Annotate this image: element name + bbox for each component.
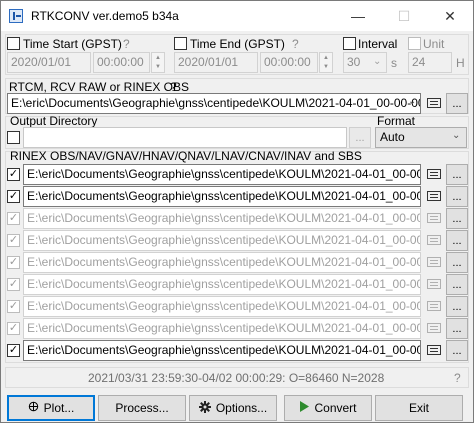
time-end-time-field[interactable]: 00:00:00 <box>260 52 318 73</box>
exit-button[interactable]: Exit <box>375 395 463 421</box>
input-view-file-icon[interactable] <box>427 98 441 108</box>
status-help[interactable]: ? <box>454 371 461 385</box>
output-file-field[interactable]: E:\eric\Documents\Geographie\gnss\centip… <box>23 164 421 185</box>
maximize-button: ☐ <box>397 7 411 24</box>
process-button[interactable]: Process... <box>98 395 186 421</box>
plot-button[interactable]: Plot... <box>7 395 95 421</box>
output-file-checkbox[interactable]: ✓ <box>7 322 20 335</box>
crosshair-icon <box>28 401 39 415</box>
options-button-label: Options... <box>215 401 268 415</box>
convert-button-label: Convert <box>314 401 357 415</box>
output-file-checkbox[interactable]: ✓ <box>7 234 20 247</box>
output-file-field[interactable]: E:\eric\Documents\Geographie\gnss\centip… <box>23 296 421 317</box>
output-file-field[interactable]: E:\eric\Documents\Geographie\gnss\centip… <box>23 340 421 361</box>
app-icon <box>9 9 23 23</box>
output-file-field[interactable]: E:\eric\Documents\Geographie\gnss\centip… <box>23 230 421 251</box>
output-directory-browse-button: ... <box>349 127 371 148</box>
status-bar: 2021/03/31 23:59:30-04/02 00:00:29: O=86… <box>5 367 469 388</box>
view-file-icon[interactable] <box>427 213 441 223</box>
time-start-time-field[interactable]: 00:00:00 <box>93 52 150 73</box>
view-file-icon[interactable] <box>427 323 441 333</box>
output-file-checkbox[interactable]: ✓ <box>7 278 20 291</box>
process-button-label: Process... <box>115 401 169 415</box>
view-file-icon[interactable] <box>427 301 441 311</box>
format-label: Format <box>377 114 416 128</box>
input-help[interactable]: ? <box>170 80 177 94</box>
output-file-checkbox[interactable]: ✓ <box>7 344 20 357</box>
output-file-checkbox[interactable]: ✓ <box>7 300 20 313</box>
output-file-browse-button[interactable]: ... <box>446 230 468 251</box>
output-file-field[interactable]: E:\eric\Documents\Geographie\gnss\centip… <box>23 318 421 339</box>
output-file-browse-button[interactable]: ... <box>446 186 468 207</box>
time-end-help[interactable]: ? <box>292 37 299 51</box>
time-end-label: Time End (GPST) <box>190 37 285 51</box>
format-chevron-down-icon[interactable]: ⌄ <box>452 130 460 141</box>
output-file-checkbox[interactable]: ✓ <box>7 256 20 269</box>
rtkconv-window: RTKCONV ver.demo5 b34a — ☐ ✕ Time Start … <box>0 0 474 423</box>
interval-chevron-down-icon: ⌄ <box>373 56 382 67</box>
time-start-spinner[interactable]: ▲ ▼ <box>151 52 165 73</box>
status-text: 2021/03/31 23:59:30-04/02 00:00:29: O=86… <box>88 371 385 385</box>
view-file-icon[interactable] <box>427 257 441 267</box>
close-button[interactable]: ✕ <box>427 1 473 31</box>
view-file-icon[interactable] <box>427 191 441 201</box>
unit-field: 24 <box>408 52 452 73</box>
unit-label: Unit <box>423 37 445 51</box>
window-title: RTKCONV ver.demo5 b34a <box>31 9 179 23</box>
output-file-browse-button[interactable]: ... <box>446 164 468 185</box>
input-browse-button[interactable]: ... <box>446 93 468 114</box>
output-directory-label: Output Directory <box>10 114 98 128</box>
exit-button-label: Exit <box>408 401 429 415</box>
options-button[interactable]: Options... <box>189 395 277 421</box>
output-file-browse-button[interactable]: ... <box>446 296 468 317</box>
time-end-checkbox[interactable] <box>174 37 187 50</box>
output-file-field[interactable]: E:\eric\Documents\Geographie\gnss\centip… <box>23 208 421 229</box>
output-directory-checkbox[interactable] <box>7 131 20 144</box>
interval-unit-s: s <box>391 56 397 70</box>
view-file-icon[interactable] <box>427 169 441 179</box>
input-chevron-down-icon[interactable]: ⌄ <box>408 96 416 107</box>
output-file-checkbox[interactable]: ✓ <box>7 212 20 225</box>
output-file-field[interactable]: E:\eric\Documents\Geographie\gnss\centip… <box>23 186 421 207</box>
unit-h-label: H <box>456 56 465 70</box>
output-file-browse-button[interactable]: ... <box>446 208 468 229</box>
convert-button[interactable]: Convert <box>284 395 372 421</box>
unit-checkbox <box>408 37 421 50</box>
interval-label: Interval <box>358 37 398 51</box>
gear-icon <box>198 400 211 416</box>
output-file-field[interactable]: E:\eric\Documents\Geographie\gnss\centip… <box>23 252 421 273</box>
time-start-checkbox[interactable] <box>7 37 20 50</box>
view-file-icon[interactable] <box>427 345 441 355</box>
output-file-browse-button[interactable]: ... <box>446 274 468 295</box>
output-directory-field[interactable] <box>23 127 347 148</box>
time-end-spinner[interactable]: ▲ ▼ <box>319 52 333 73</box>
minimize-button[interactable]: — <box>335 1 381 31</box>
output-file-browse-button[interactable]: ... <box>446 318 468 339</box>
output-file-browse-button[interactable]: ... <box>446 252 468 273</box>
output-file-checkbox[interactable]: ✓ <box>7 168 20 181</box>
output-files-label: RINEX OBS/NAV/GNAV/HNAV/QNAV/LNAV/CNAV/I… <box>10 149 362 163</box>
title-bar: RTKCONV ver.demo5 b34a — ☐ ✕ <box>1 1 473 31</box>
view-file-icon[interactable] <box>427 235 441 245</box>
view-file-icon[interactable] <box>427 279 441 289</box>
play-icon <box>299 401 310 415</box>
output-file-field[interactable]: E:\eric\Documents\Geographie\gnss\centip… <box>23 274 421 295</box>
time-end-date-field[interactable]: 2020/01/01 <box>174 52 258 73</box>
interval-checkbox[interactable] <box>343 37 356 50</box>
input-label: RTCM, RCV RAW or RINEX OBS <box>9 80 190 94</box>
output-file-checkbox[interactable]: ✓ <box>7 190 20 203</box>
time-start-label: Time Start (GPST) <box>23 37 122 51</box>
time-start-help[interactable]: ? <box>123 37 130 51</box>
plot-button-label: Plot... <box>43 401 75 415</box>
output-file-browse-button[interactable]: ... <box>446 340 468 361</box>
input-file-combobox[interactable]: E:\eric\Documents\Geographie\gnss\centip… <box>7 93 421 114</box>
time-start-date-field[interactable]: 2020/01/01 <box>7 52 91 73</box>
